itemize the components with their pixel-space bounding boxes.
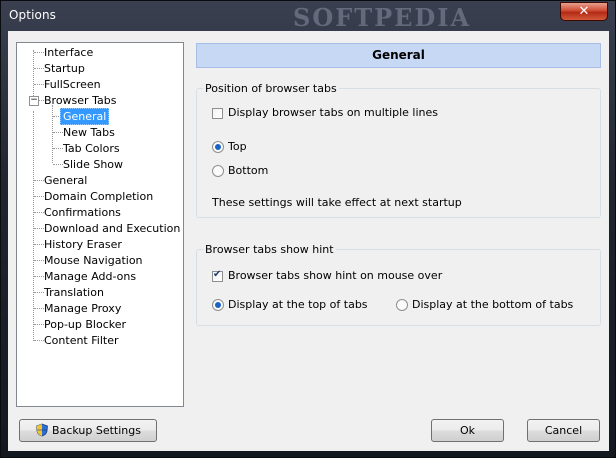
tree-line	[34, 276, 44, 277]
tree-line	[34, 84, 44, 85]
tree-line	[34, 324, 44, 325]
tree-item-history-eraser[interactable]: History Eraser	[44, 237, 122, 252]
tree-item-manage-addons[interactable]: Manage Add-ons	[44, 269, 136, 284]
hint-bottom-radio[interactable]	[396, 299, 408, 311]
show-hint-label[interactable]: Browser tabs show hint on mouse over	[228, 269, 442, 283]
tree-line	[34, 180, 44, 181]
tree-line	[34, 212, 44, 213]
tree-line	[34, 52, 44, 53]
tree-item-manage-proxy[interactable]: Manage Proxy	[44, 301, 121, 316]
tree-item-popup-blocker[interactable]: Pop-up Blocker	[44, 317, 126, 332]
tree-item-startup[interactable]: Startup	[44, 61, 85, 76]
tree-line	[53, 148, 63, 149]
hint-bottom-label[interactable]: Display at the bottom of tabs	[412, 298, 573, 312]
options-tree[interactable]: − Interface Startup FullScreen Browser T…	[16, 42, 184, 407]
title-bar[interactable]: Options SOFTPEDIA ✕	[1, 1, 615, 32]
tree-item-content-filter[interactable]: Content Filter	[44, 333, 119, 348]
tree-line	[33, 111, 34, 341]
group-title-hint: Browser tabs show hint	[203, 243, 336, 256]
tree-item-translation[interactable]: Translation	[44, 285, 104, 300]
top-radio[interactable]	[212, 141, 224, 153]
tree-item-new-tabs[interactable]: New Tabs	[63, 125, 115, 140]
section-header: General	[196, 43, 601, 68]
close-icon: ✕	[578, 4, 590, 19]
hint-top-label[interactable]: Display at the top of tabs	[228, 298, 368, 312]
group-title-position: Position of browser tabs	[203, 82, 339, 95]
tree-item-domain-completion[interactable]: Domain Completion	[44, 189, 153, 204]
tree-item-browser-tabs[interactable]: Browser Tabs	[44, 93, 116, 108]
tree-line	[53, 164, 63, 165]
tree-line	[52, 105, 53, 163]
tree-line	[53, 132, 63, 133]
tree-item-general[interactable]: General	[44, 173, 87, 188]
multiline-label[interactable]: Display browser tabs on multiple lines	[228, 106, 438, 120]
bottom-radio[interactable]	[212, 165, 224, 177]
backup-settings-label: Backup Settings	[52, 424, 141, 437]
collapse-icon[interactable]: −	[29, 96, 39, 106]
tree-line	[34, 308, 44, 309]
tree-item-download-execution[interactable]: Download and Execution	[44, 221, 180, 236]
tree-item-confirmations[interactable]: Confirmations	[44, 205, 121, 220]
dialog-body: − Interface Startup FullScreen Browser T…	[8, 31, 609, 451]
tree-item-fullscreen[interactable]: FullScreen	[44, 77, 101, 92]
tree-line	[34, 292, 44, 293]
tree-item-tabs-general[interactable]: General	[60, 108, 110, 125]
tree-item-mouse-navigation[interactable]: Mouse Navigation	[44, 253, 143, 268]
hint-top-radio[interactable]	[212, 299, 224, 311]
close-button[interactable]: ✕	[560, 2, 608, 21]
options-window: Options SOFTPEDIA ✕ − Interface Startup …	[0, 0, 616, 458]
watermark-logo: SOFTPEDIA	[293, 3, 472, 32]
tree-line	[34, 260, 44, 261]
bottom-radio-label[interactable]: Bottom	[228, 164, 268, 178]
tree-item-interface[interactable]: Interface	[44, 45, 93, 60]
show-hint-checkbox[interactable]	[212, 269, 223, 282]
tree-line	[34, 228, 44, 229]
tree-line	[34, 196, 44, 197]
window-title: Options	[9, 8, 57, 22]
restart-note: These settings will take effect at next …	[212, 196, 462, 209]
cancel-button[interactable]: Cancel	[527, 419, 600, 442]
tab-hint-group: Browser tabs show hint Browser tabs show…	[196, 243, 601, 326]
tree-line	[34, 68, 44, 69]
tree-item-slide-show[interactable]: Slide Show	[63, 157, 123, 172]
multiline-checkbox[interactable]	[212, 108, 223, 119]
tree-line	[34, 340, 44, 341]
shield-icon	[36, 423, 48, 437]
tab-position-group: Position of browser tabs Display browser…	[196, 82, 601, 218]
backup-settings-button[interactable]: Backup Settings	[19, 419, 157, 442]
tree-line	[34, 244, 44, 245]
tree-item-tab-colors[interactable]: Tab Colors	[63, 141, 120, 156]
ok-button[interactable]: Ok	[431, 419, 504, 442]
top-radio-label[interactable]: Top	[228, 140, 247, 154]
